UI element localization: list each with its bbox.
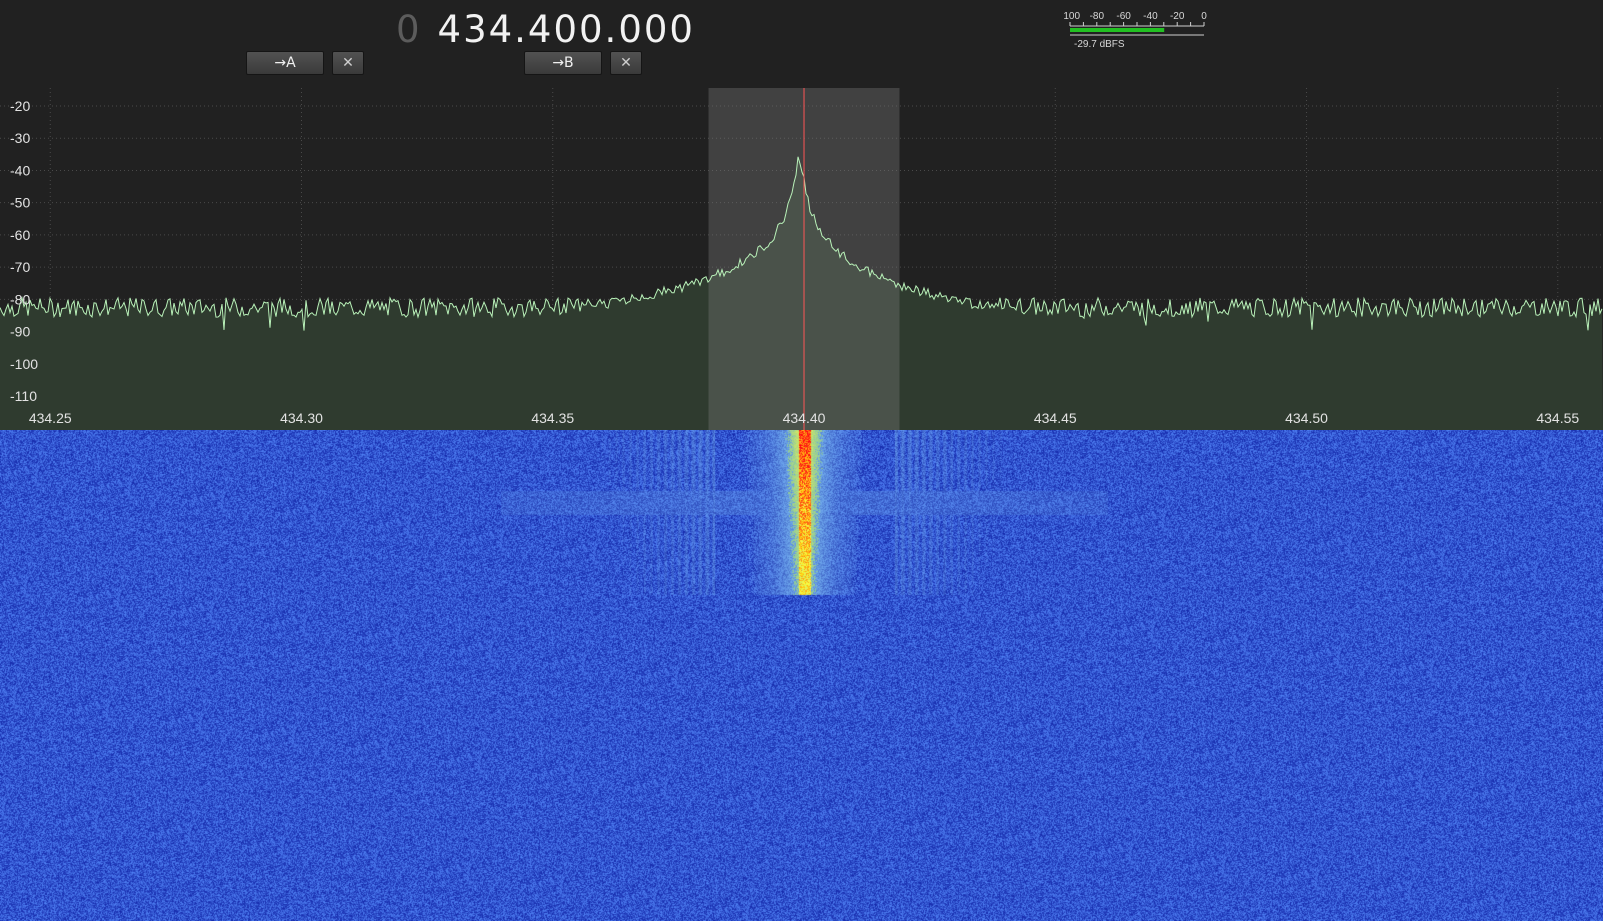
x-tick-label: 434.40 bbox=[783, 410, 826, 426]
y-tick-label: -40 bbox=[10, 162, 30, 178]
y-tick-label: -70 bbox=[10, 259, 30, 275]
meter-scale-label: 0 bbox=[1201, 11, 1207, 22]
x-tick-label: 434.25 bbox=[29, 410, 72, 426]
spectrum-plot[interactable]: -20 -30 -40 -50 -60 -70 -80 -90 -100 -110 434.25 43… bbox=[0, 88, 1603, 430]
control-bar: 0 434.400.000 →A ✕ →B ✕ -100 -80 -60 -40 -20 0… bbox=[0, 0, 1603, 88]
y-tick-label: -90 bbox=[10, 324, 30, 340]
clear-vfo-b-button[interactable]: ✕ bbox=[610, 51, 642, 75]
x-tick-label: 434.50 bbox=[1285, 410, 1328, 426]
meter-scale-label: -80 bbox=[1090, 11, 1105, 22]
y-tick-label: -80 bbox=[10, 291, 30, 307]
y-tick-label: -20 bbox=[10, 98, 30, 114]
x-tick-label: 434.30 bbox=[280, 410, 323, 426]
x-tick-label: 434.45 bbox=[1034, 410, 1077, 426]
meter-scale-label: -60 bbox=[1116, 11, 1131, 22]
set-vfo-b-button[interactable]: →B bbox=[524, 51, 602, 75]
frequency-display[interactable]: 0 434.400.000 bbox=[396, 6, 695, 54]
clear-vfo-a-button[interactable]: ✕ bbox=[332, 51, 364, 75]
y-tick-label: -30 bbox=[10, 130, 30, 146]
signal-level-meter: -100 -80 -60 -40 -20 0 -29.7 dBFS bbox=[1064, 6, 1214, 54]
waterfall-display[interactable] bbox=[0, 430, 1603, 921]
y-tick-label: -60 bbox=[10, 227, 30, 243]
y-tick-label: -100 bbox=[10, 356, 38, 372]
frequency-lead-digit[interactable]: 0 bbox=[396, 8, 422, 51]
meter-scale-label: -20 bbox=[1170, 11, 1185, 22]
y-tick-label: -50 bbox=[10, 195, 30, 211]
x-tick-label: 434.55 bbox=[1536, 410, 1579, 426]
y-tick-label: -110 bbox=[10, 388, 37, 404]
level-meter-scale: -100 -80 -60 -40 -20 0 bbox=[1064, 11, 1207, 36]
waterfall-canvas[interactable] bbox=[0, 430, 1603, 921]
meter-scale-label: -40 bbox=[1143, 11, 1158, 22]
frequency-value[interactable]: 434.400.000 bbox=[438, 8, 695, 51]
set-vfo-a-button[interactable]: →A bbox=[246, 51, 324, 75]
meter-level-bar bbox=[1070, 28, 1165, 32]
level-meter-readout: -29.7 dBFS bbox=[1074, 39, 1125, 50]
x-tick-label: 434.35 bbox=[531, 410, 574, 426]
meter-scale-label: -100 bbox=[1064, 11, 1080, 22]
